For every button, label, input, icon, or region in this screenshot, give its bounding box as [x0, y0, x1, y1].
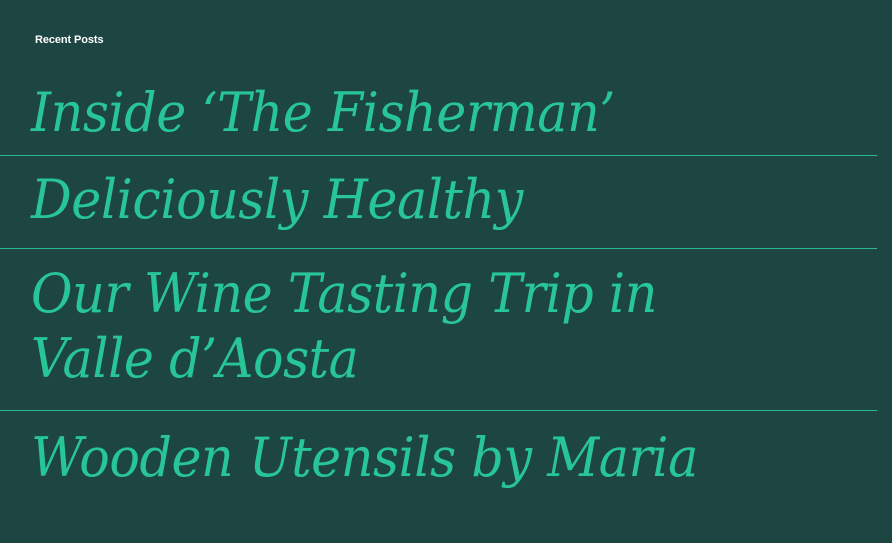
list-item: Deliciously Healthy: [0, 156, 877, 249]
widget-title: Recent Posts: [35, 34, 104, 46]
post-link[interactable]: Inside ‘The Fisherman’: [0, 80, 824, 146]
post-link[interactable]: Wooden Utensils by Maria: [0, 425, 824, 491]
list-item: Inside ‘The Fisherman’: [0, 72, 877, 156]
recent-posts-widget: Recent Posts Inside ‘The Fisherman’ Deli…: [0, 0, 892, 543]
post-link[interactable]: Our Wine Tasting Trip in Valle d’Aosta: [0, 261, 745, 391]
recent-posts-list: Inside ‘The Fisherman’ Deliciously Healt…: [0, 72, 892, 521]
list-item: Wooden Utensils by Maria: [0, 411, 877, 521]
list-item: Our Wine Tasting Trip in Valle d’Aosta: [0, 249, 877, 411]
post-link[interactable]: Deliciously Healthy: [0, 167, 824, 233]
